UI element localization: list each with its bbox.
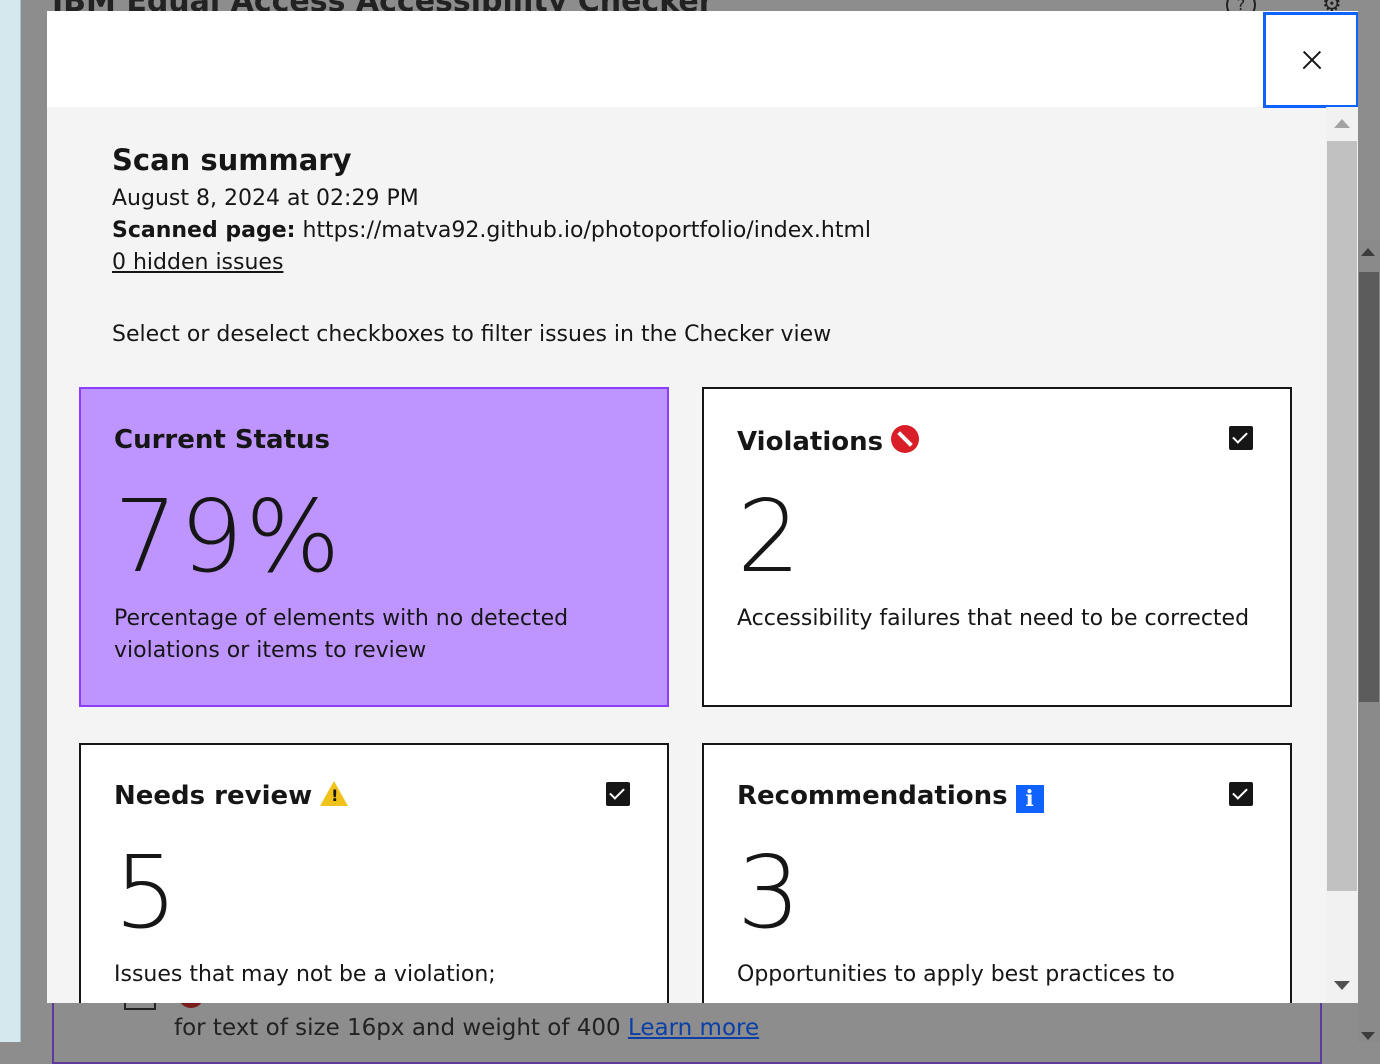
learn-more-link[interactable]: Learn more (628, 1015, 759, 1041)
hidden-issues-link[interactable]: 0 hidden issues (112, 250, 283, 275)
modal-scroll-up-arrow[interactable] (1334, 119, 1350, 128)
warning-icon (320, 781, 349, 806)
card-description: Accessibility failures that need to be c… (737, 606, 1250, 631)
needs-review-card: Needs review 5 Issues that may not be a … (79, 743, 669, 1003)
background-left-panel (0, 0, 21, 1042)
modal-scroll-down-arrow[interactable] (1334, 981, 1350, 990)
page-scroll-up-arrow[interactable] (1361, 248, 1375, 256)
card-title: Current Status (114, 425, 330, 455)
filter-hint: Select or deselect checkboxes to filter … (112, 322, 832, 347)
recommendations-count: 3 (737, 834, 803, 951)
page-scroll-thumb[interactable] (1359, 272, 1379, 702)
card-title: Violations (737, 425, 920, 457)
violations-count: 2 (737, 478, 803, 595)
modal-scroll-thumb[interactable] (1327, 141, 1357, 891)
status-percentage: 79% (114, 478, 343, 595)
card-description: Issues that may not be a violation; (114, 962, 496, 987)
scanned-page-url: https://matva92.github.io/photoportfolio… (302, 218, 872, 243)
card-title-text: Needs review (114, 781, 313, 811)
needs-review-count: 5 (114, 834, 180, 951)
card-description: Opportunities to apply best practices to (737, 962, 1175, 987)
violation-icon (891, 425, 920, 453)
scan-date: August 8, 2024 at 02:29 PM (112, 186, 419, 211)
card-title-text: Recommendations (737, 781, 1008, 811)
card-title-text: Violations (737, 427, 884, 457)
card-title: Needs review (114, 781, 349, 811)
issue-text-body: for text of size 16px and weight of 400 (174, 1015, 621, 1041)
info-icon: i (1015, 785, 1044, 813)
scanned-page: Scanned page: https://matva92.github.io/… (112, 218, 871, 243)
modal-title: Scan summary (112, 143, 352, 177)
scan-summary-modal: Scan summary August 8, 2024 at 02:29 PM … (47, 11, 1358, 1003)
recommendations-checkbox[interactable] (1229, 782, 1253, 806)
scanned-page-label: Scanned page: (112, 218, 296, 243)
close-button[interactable] (1263, 12, 1358, 108)
recommendations-card: Recommendations i 3 Opportunities to appl… (702, 743, 1292, 1003)
violations-checkbox[interactable] (1229, 426, 1253, 450)
page-scroll-down-arrow[interactable] (1361, 1032, 1375, 1040)
current-status-card: Current Status 79% Percentage of element… (79, 387, 669, 707)
issue-text: for text of size 16px and weight of 400 … (174, 1015, 759, 1041)
card-title: Recommendations i (737, 781, 1044, 813)
needs-review-checkbox[interactable] (606, 782, 630, 806)
modal-header (47, 11, 1358, 108)
violations-card: Violations 2 Accessibility failures that… (702, 387, 1292, 707)
modal-scrollbar[interactable] (1326, 107, 1358, 1003)
card-description: Percentage of elements with no detected … (114, 606, 569, 663)
